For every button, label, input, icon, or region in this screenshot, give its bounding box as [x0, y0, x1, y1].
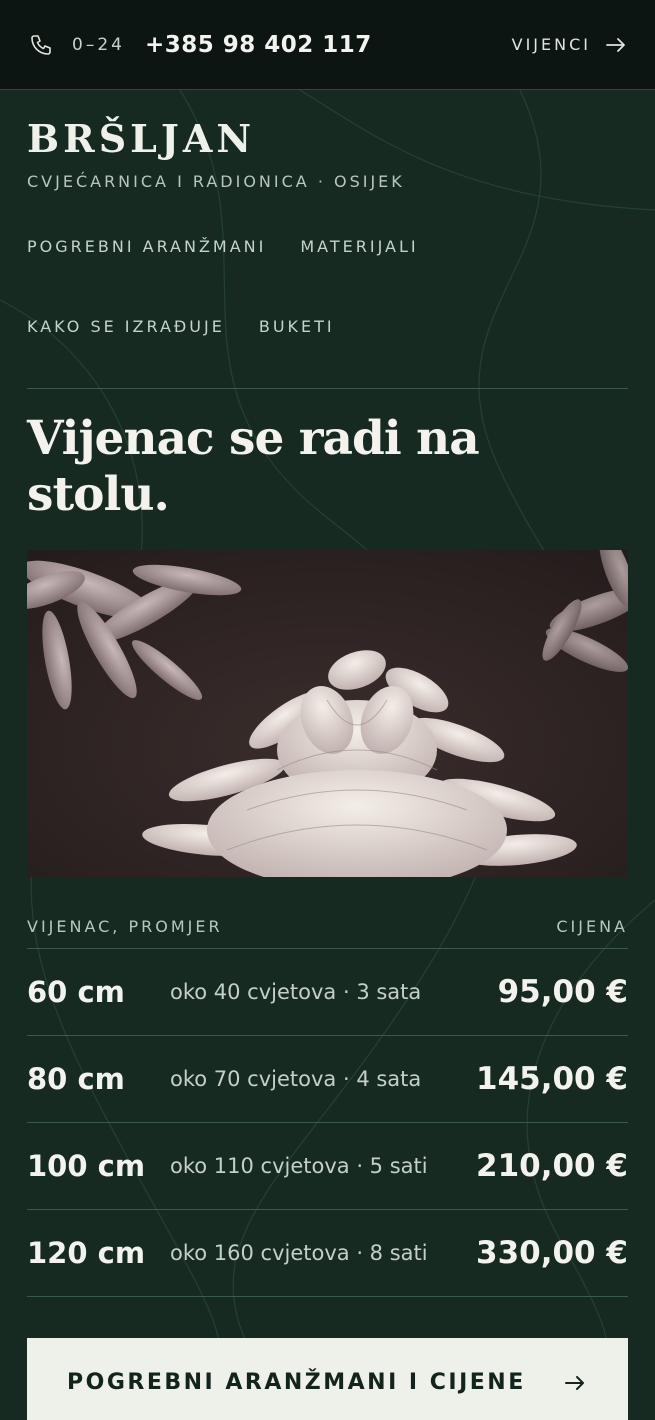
arrow-right-icon: [605, 34, 627, 56]
nav-item-materials[interactable]: MATERIJALI: [300, 237, 418, 256]
table-row: 80 cm oko 70 cvjetova · 4 sata 145,00 €: [27, 1036, 628, 1123]
wreaths-link-label: VIJENCI: [511, 35, 591, 54]
wreath-size: 60 cm: [27, 974, 125, 1009]
wreath-price: 330,00 €: [476, 1234, 628, 1271]
brand-logo[interactable]: BRŠLJAN: [27, 120, 628, 158]
phone-number-link[interactable]: +385 98 402 117: [145, 32, 372, 58]
phone-icon[interactable]: [28, 32, 54, 58]
wreath-price: 210,00 €: [476, 1147, 628, 1184]
wreath-size: 80 cm: [27, 1061, 125, 1096]
table-row: 60 cm oko 40 cvjetova · 3 sata 95,00 €: [27, 949, 628, 1036]
nav-item-bouquets[interactable]: BUKETI: [259, 317, 335, 336]
nav-divider: [27, 388, 628, 389]
funeral-arrangements-button-label: POGREBNI ARANŽMANI I CIJENE: [67, 1370, 526, 1396]
nav-item-how-its-made[interactable]: KAKO SE IZRAĐUJE: [27, 317, 225, 336]
nav-row-2: KAKO SE IZRAĐUJE BUKETI: [27, 317, 628, 397]
opening-hours: 0–24: [72, 34, 125, 55]
arrow-right-icon: [564, 1372, 586, 1394]
wreath-details: oko 110 cvjetova · 5 sati: [170, 1153, 428, 1178]
column-header-wreath-diameter: VIJENAC, PROMJER: [27, 916, 223, 936]
top-bar: 0–24 +385 98 402 117 VIJENCI: [0, 0, 655, 90]
chrysanthemum-photo: [27, 549, 628, 877]
funeral-arrangements-button[interactable]: POGREBNI ARANŽMANI I CIJENE: [27, 1337, 628, 1420]
wreath-price: 95,00 €: [497, 973, 628, 1010]
wreath-price: 145,00 €: [476, 1060, 628, 1097]
wreath-size: 100 cm: [27, 1148, 146, 1183]
nav-item-funeral-arrangements[interactable]: POGREBNI ARANŽMANI: [27, 237, 266, 256]
table-row: 100 cm oko 110 cvjetova · 5 sati 210,00 …: [27, 1123, 628, 1210]
wreath-details: oko 160 cvjetova · 8 sati: [170, 1240, 428, 1265]
table-row: 120 cm oko 160 cvjetova · 8 sati 330,00 …: [27, 1210, 628, 1297]
main-navigation: POGREBNI ARANŽMANI MATERIJALI KAKO SE IZ…: [27, 237, 628, 389]
wreath-size: 120 cm: [27, 1235, 146, 1270]
column-header-price: CIJENA: [556, 916, 628, 936]
price-table-header: VIJENAC, PROMJER CIJENA: [27, 917, 628, 949]
wreath-details: oko 40 cvjetova · 3 sata: [170, 979, 422, 1004]
brand-tagline: CVJEĆARNICA I RADIONICA · OSIJEK: [27, 172, 405, 191]
page-headline: Vijenac se radi na stolu.: [27, 411, 480, 523]
nav-row-1: POGREBNI ARANŽMANI MATERIJALI: [27, 237, 628, 317]
wreaths-link[interactable]: VIJENCI: [512, 34, 627, 56]
main-content: BRŠLJAN CVJEĆARNICA I RADIONICA · OSIJEK…: [27, 90, 628, 1420]
wreath-details: oko 70 cvjetova · 4 sata: [170, 1066, 422, 1091]
